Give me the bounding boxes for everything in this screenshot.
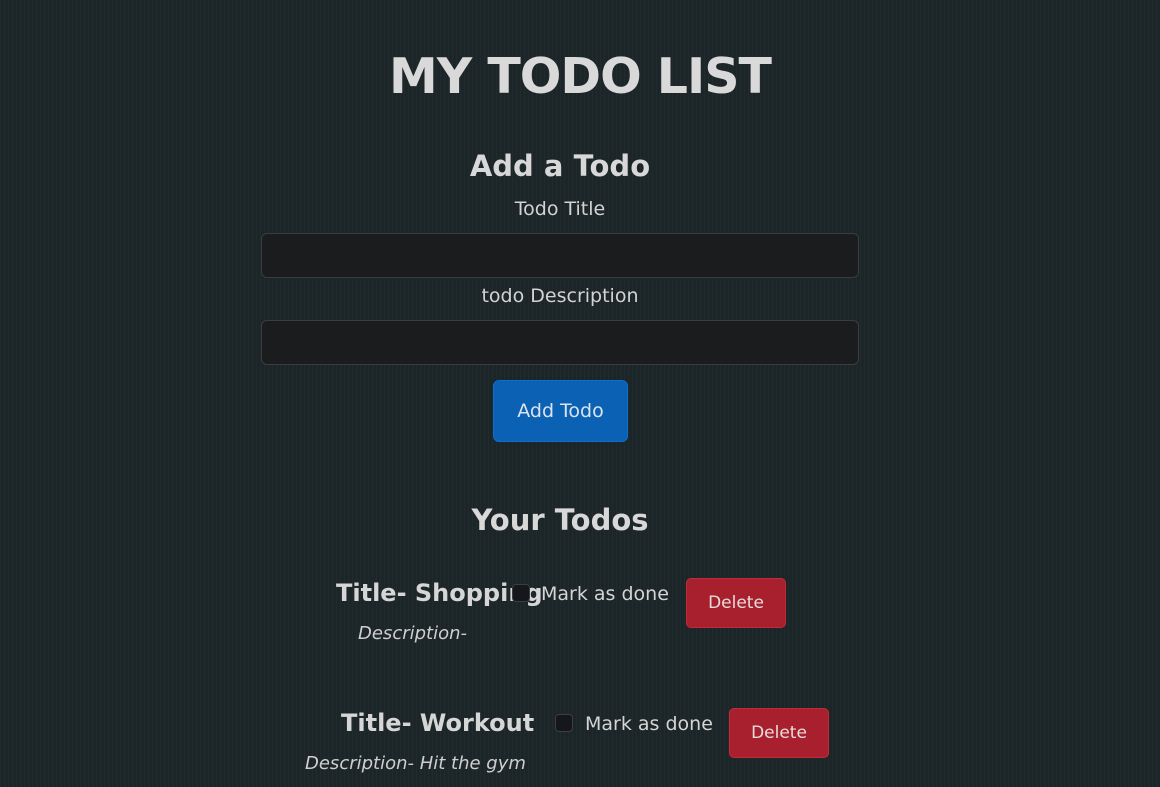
todo-item-title: Title- Workout — [341, 709, 535, 737]
mark-done-label[interactable]: Mark as done — [541, 583, 669, 605]
delete-todo-button[interactable]: Delete — [729, 708, 829, 758]
page-title: MY TODO LIST — [389, 48, 772, 105]
your-todos-heading: Your Todos — [471, 503, 649, 537]
delete-todo-button[interactable]: Delete — [686, 578, 786, 628]
mark-done-label[interactable]: Mark as done — [585, 713, 713, 735]
mark-done-checkbox[interactable] — [512, 584, 530, 602]
todo-description-input[interactable] — [261, 320, 859, 365]
todo-item-description: Description- Hit the gym — [305, 753, 526, 774]
add-todo-heading: Add a Todo — [469, 149, 651, 183]
add-todo-button[interactable]: Add Todo — [493, 380, 628, 442]
todo-title-input[interactable] — [261, 233, 859, 278]
todo-title-label: Todo Title — [514, 198, 606, 220]
todo-description-label: todo Description — [481, 285, 639, 307]
todo-item-description: Description- — [358, 623, 468, 644]
mark-done-checkbox[interactable] — [555, 714, 573, 732]
